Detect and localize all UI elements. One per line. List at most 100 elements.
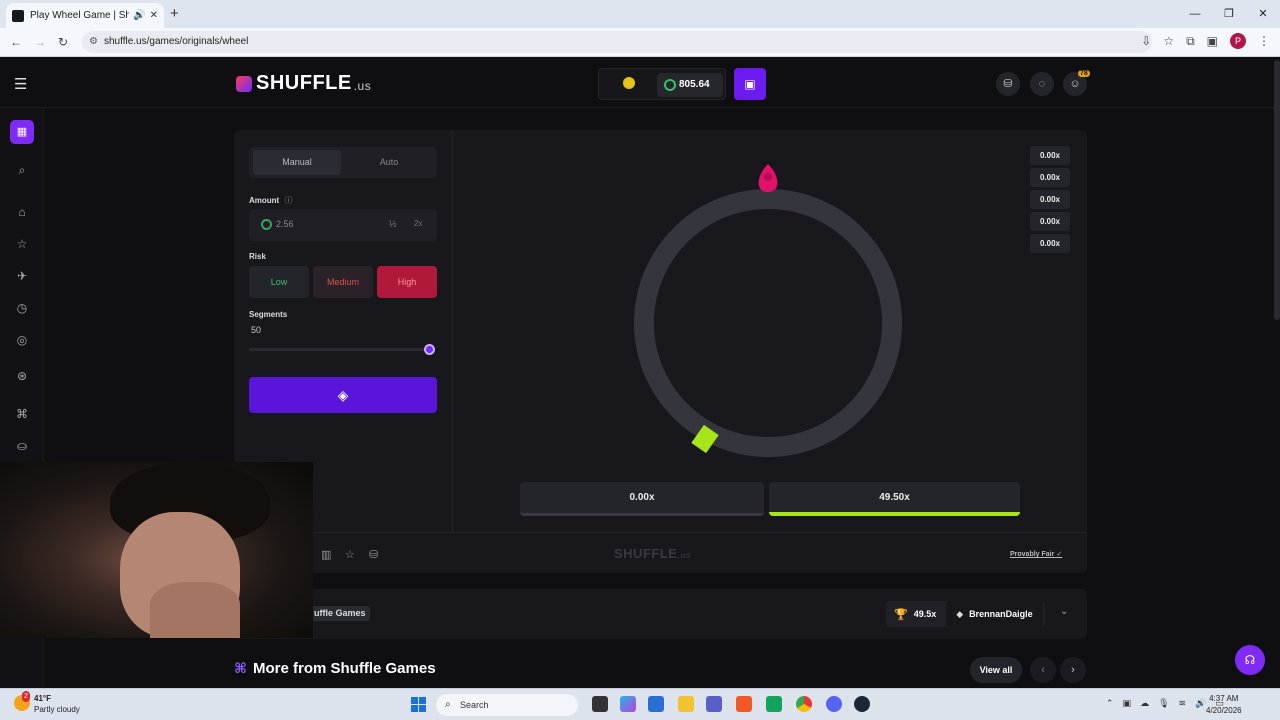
segments-slider[interactable]	[249, 344, 435, 355]
favorite-star-icon[interactable]: ☆	[345, 548, 355, 561]
menu-dots-icon[interactable]: ⋮	[1258, 34, 1270, 48]
forward-icon[interactable]: →	[34, 35, 46, 49]
risk-medium-button[interactable]: Medium	[313, 266, 373, 298]
sidebar-item-casino[interactable]: ▦	[10, 120, 34, 144]
teams-icon[interactable]	[706, 696, 722, 712]
weather-condition: Partly cloudy	[34, 705, 80, 714]
start-windows-icon[interactable]	[411, 697, 426, 712]
back-icon[interactable]: ←	[10, 35, 22, 49]
sidebar-promotions-icon[interactable]: ⊛	[12, 366, 32, 386]
microphone-icon[interactable]: 🎙	[1158, 698, 1169, 709]
notification-badge: 78	[1078, 70, 1090, 77]
sidebar-tables-icon[interactable]: ⛀	[12, 436, 32, 456]
sidepanel-icon[interactable]: ▣	[1207, 34, 1218, 48]
store-icon[interactable]	[648, 696, 664, 712]
double-button[interactable]: 2x	[414, 219, 422, 228]
bet-button[interactable]: ◈	[249, 377, 437, 413]
window-controls: — ❐ ✕	[1178, 0, 1280, 28]
taskbar-search[interactable]: ⌕ Search	[436, 694, 578, 716]
tab-auto[interactable]: Auto	[345, 150, 433, 175]
discord-icon[interactable]	[826, 696, 842, 712]
diamond-icon: ◆	[956, 608, 964, 619]
wifi-icon[interactable]: ≋	[1179, 698, 1187, 709]
tray-overflow-icon[interactable]: ⌃	[1106, 698, 1114, 709]
sidebar-favorites-icon[interactable]: ☆	[12, 234, 32, 254]
sidebar-search-icon[interactable]: ⌕	[12, 160, 32, 180]
app-icon[interactable]	[766, 696, 782, 712]
half-button[interactable]: ½	[389, 219, 397, 229]
weather-widget[interactable]: 2 41°F Partly cloudy	[14, 691, 80, 715]
sidebar-live-icon[interactable]: ◎	[12, 330, 32, 350]
sweep-coin-icon	[261, 219, 272, 230]
amount-label: Amount ⓘ	[249, 195, 292, 206]
rewards-chest-icon[interactable]: ⛁	[996, 72, 1020, 96]
site-info-icon[interactable]: ⚙	[89, 31, 98, 53]
checkmark-icon: ✓	[1056, 551, 1063, 558]
tab-manual[interactable]: Manual	[253, 150, 341, 175]
bookmark-star-icon[interactable]: ☆	[1163, 34, 1174, 48]
temperature: 41°F	[34, 694, 51, 703]
provably-fair-link[interactable]: Provably Fair ✓	[1010, 550, 1062, 558]
chat-icon[interactable]: ◌	[1030, 72, 1054, 96]
game-info-icon[interactable]: ⛁	[369, 548, 378, 561]
top-player-name: BrennanDaigle	[969, 609, 1033, 619]
history-item: 0.00x	[1030, 212, 1070, 231]
url-input[interactable]: ⚙ shuffle.us/games/originals/wheel	[82, 31, 1152, 53]
gold-coin-icon[interactable]	[623, 77, 635, 89]
view-all-button[interactable]: View all	[970, 657, 1022, 683]
info-icon[interactable]: ⓘ	[284, 196, 292, 205]
wallet-button[interactable]: ▣	[734, 68, 766, 100]
stats-icon[interactable]: ▥	[321, 548, 331, 561]
reload-icon[interactable]: ↻	[58, 35, 68, 49]
brave-icon[interactable]	[736, 696, 752, 712]
sidebar-home-icon[interactable]: ⌂	[12, 202, 32, 222]
shuffle-logo[interactable]: SHUFFLE .us	[236, 72, 371, 95]
tray-cloud-icon[interactable]: ☁	[1140, 698, 1149, 709]
gamepad-icon: ⌘	[234, 660, 247, 676]
segments-slider-handle[interactable]	[424, 344, 435, 355]
chrome-icon[interactable]	[796, 696, 812, 712]
extensions-icon[interactable]: ⧉	[1186, 34, 1195, 49]
support-chat-button[interactable]: ☊	[1235, 645, 1265, 675]
tray-app-icon[interactable]: ▣	[1123, 698, 1132, 709]
risk-high-button[interactable]: High	[377, 266, 437, 298]
sidebar-recent-icon[interactable]: ◷	[12, 298, 32, 318]
new-tab-icon[interactable]: +	[170, 5, 179, 22]
wallet-icon: ▣	[744, 77, 756, 91]
sidebar-originals-icon[interactable]: ✈	[12, 266, 32, 286]
install-icon[interactable]: ⇩	[1141, 34, 1151, 48]
prev-arrow-icon[interactable]: ‹	[1030, 657, 1056, 683]
search-icon: ⌕	[445, 699, 451, 710]
history-item: 0.00x	[1030, 146, 1070, 165]
browser-tab[interactable]: Play Wheel Game | Shuffle.us 🔊 ✕	[6, 3, 164, 28]
close-window-icon[interactable]: ✕	[1246, 0, 1280, 28]
result-history: 0.00x 0.00x 0.00x 0.00x 0.00x	[1030, 146, 1070, 256]
minimize-icon[interactable]: —	[1178, 0, 1212, 28]
volume-icon[interactable]: 🔊	[1195, 698, 1206, 709]
balance-display[interactable]: 805.64	[657, 73, 723, 97]
game-info-bar: uffle Games 🏆 49.5x ◆ BrennanDaigle ⌄	[234, 589, 1087, 639]
page-scrollbar[interactable]	[1274, 60, 1280, 320]
steam-icon[interactable]	[854, 696, 870, 712]
copilot-icon[interactable]	[620, 696, 636, 712]
restore-icon[interactable]: ❐	[1212, 0, 1246, 28]
hamburger-menu-icon[interactable]: ☰	[14, 75, 27, 93]
site-header: ☰ SHUFFLE .us 805.64 ▣ ⛁ ◌ ☺ 78	[0, 58, 1280, 108]
sidebar-games-icon[interactable]: ⌘	[12, 404, 32, 424]
amount-input[interactable]: 2.56 ½ 2x	[249, 209, 437, 241]
task-view-icon[interactable]	[592, 696, 608, 712]
profile-avatar[interactable]: P	[1230, 33, 1246, 49]
top-win-player[interactable]: ◆ BrennanDaigle	[946, 601, 1043, 627]
speaker-icon[interactable]: 🔊	[133, 10, 145, 21]
chevron-down-icon[interactable]: ⌄	[1060, 606, 1068, 617]
time: 4:37 AM	[1209, 694, 1239, 703]
risk-low-button[interactable]: Low	[249, 266, 309, 298]
breadcrumb[interactable]: uffle Games	[310, 606, 370, 621]
next-arrow-icon[interactable]: ›	[1060, 657, 1086, 683]
history-item: 0.00x	[1030, 234, 1070, 253]
segments-value: 50	[251, 325, 262, 335]
balance-value: 805.64	[679, 79, 710, 90]
taskbar-clock[interactable]: 4:37 AM 4/20/2026	[1206, 693, 1242, 717]
file-explorer-icon[interactable]	[678, 696, 694, 712]
close-tab-icon[interactable]: ✕	[150, 10, 158, 21]
